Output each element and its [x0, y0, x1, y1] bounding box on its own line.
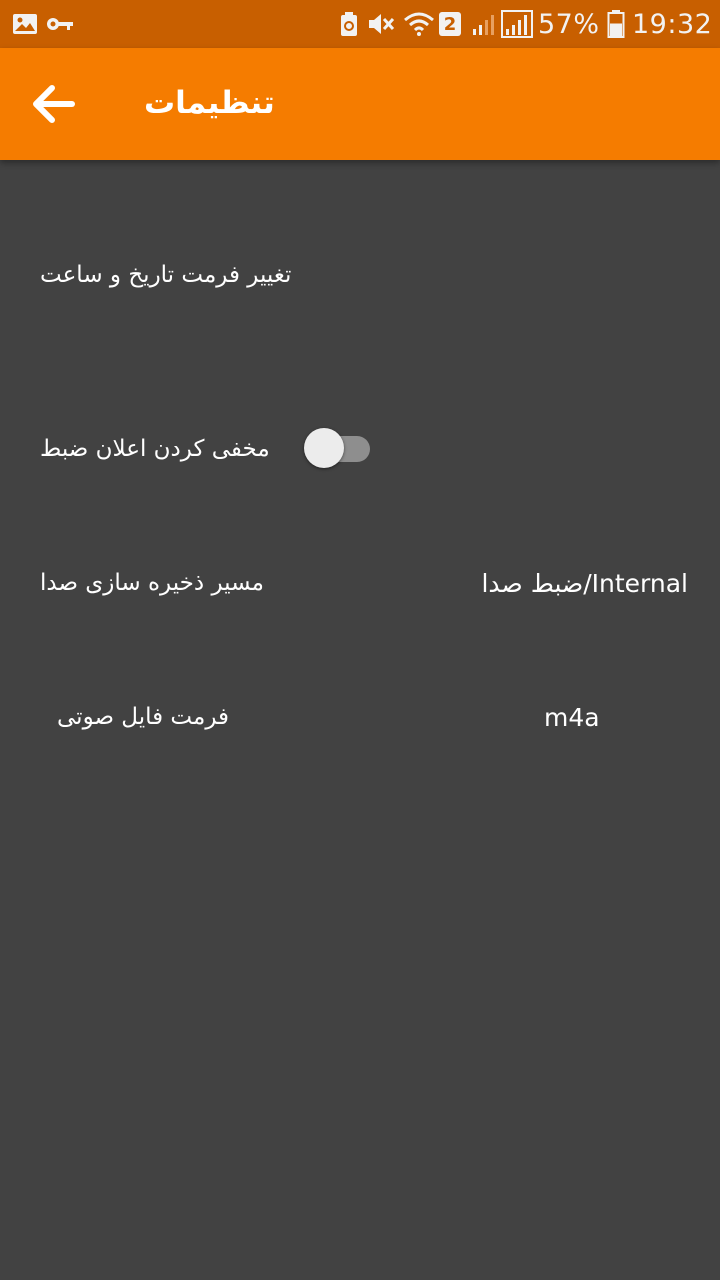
signal-icon	[501, 0, 533, 48]
sim-badge: 2	[439, 0, 461, 48]
clock: 19:32	[632, 8, 713, 40]
status-bar: 2 57% 19:32	[0, 0, 720, 48]
mute-icon	[367, 0, 395, 48]
hide-notification-label: مخفی کردن اعلان ضبط	[40, 436, 270, 462]
page-title: تنظیمات	[144, 85, 275, 121]
signal-icon	[471, 0, 499, 48]
arrow-back-icon	[33, 85, 75, 123]
back-button[interactable]	[22, 72, 86, 136]
audio-format-value: m4a	[544, 703, 600, 732]
battery-percent: 57%	[538, 8, 600, 40]
hide-notification-toggle[interactable]	[302, 427, 372, 469]
recycle-icon	[339, 0, 359, 48]
storage-path-value: Internal/ضبط صدا	[481, 569, 688, 598]
battery-icon	[607, 0, 625, 48]
toggle-thumb	[304, 428, 344, 468]
date-time-format-setting[interactable]: تغییر فرمت تاریخ و ساعت	[40, 258, 291, 292]
image-icon	[12, 0, 38, 48]
storage-path-setting[interactable]: مسیر ذخیره سازی صدا	[40, 566, 264, 600]
key-icon	[46, 0, 74, 48]
wifi-icon	[403, 0, 435, 48]
audio-format-setting[interactable]: فرمت فایل صوتی	[57, 700, 229, 734]
app-bar: تنظیمات	[0, 48, 720, 160]
